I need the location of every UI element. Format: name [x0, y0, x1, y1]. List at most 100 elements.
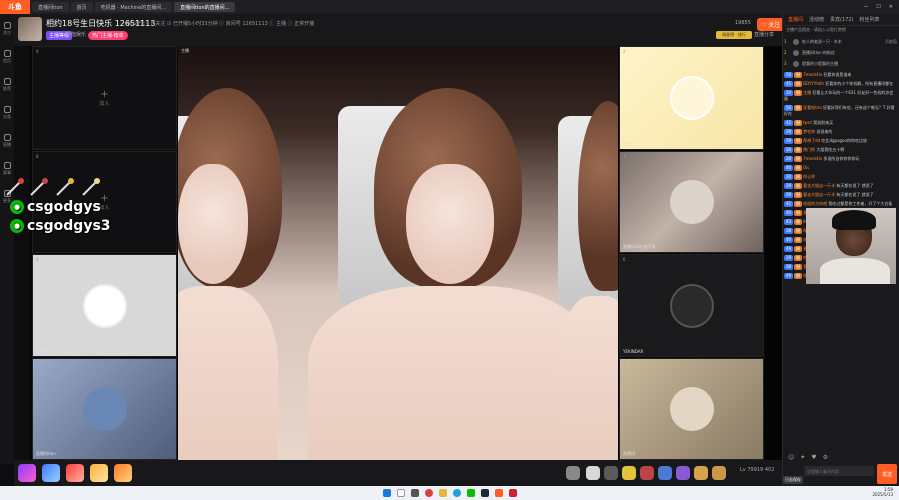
username[interactable]: DDYYYhhh [803, 81, 824, 86]
gift-g-icon[interactable] [676, 466, 690, 480]
guest-avatar [82, 283, 127, 328]
chat-tools: ☺ ✦ ♥ ⚙ [788, 454, 828, 461]
wand-icon [82, 178, 100, 196]
nav-live[interactable]: 直播 [3, 134, 11, 148]
log-save-button[interactable]: 日志保存 [783, 476, 803, 484]
hot-tag[interactable]: 热门主播·榜单 [88, 31, 128, 40]
search-icon[interactable] [396, 489, 405, 497]
grid-cell-9[interactable]: 9 + 加入 [32, 46, 177, 150]
level-badge: 34 [784, 147, 794, 153]
emoji-icon[interactable]: ☺ [788, 454, 794, 461]
wand-icon [6, 178, 24, 196]
category-tag[interactable]: 颜值娱乐 [66, 31, 86, 38]
username[interactable]: 热门的 [803, 147, 815, 152]
chat-input[interactable] [804, 466, 874, 476]
nav-recommend[interactable]: 推荐 [3, 78, 11, 92]
gift-f-icon[interactable] [658, 466, 672, 480]
explorer-icon[interactable] [438, 489, 447, 497]
gift-3-icon[interactable] [66, 464, 84, 482]
chat-message: 39 粉帮带了dd 吃比dgpagoo你你吃比较 [784, 138, 897, 144]
rank-badge[interactable]: 周星榜 · 排行 [716, 31, 752, 39]
fans-icon[interactable]: ♥ [811, 454, 816, 461]
browser-tab-0[interactable]: 直播间tion [32, 2, 69, 12]
steam-icon[interactable] [480, 489, 489, 497]
nav-home[interactable]: 首页 [3, 50, 11, 64]
douyu-logo[interactable]: 斗鱼 [0, 0, 30, 14]
gift-icon[interactable]: ✦ [800, 454, 805, 461]
taskview-icon[interactable] [410, 489, 419, 497]
rank-item[interactable]: 2 直播间tion·的粉丝 [784, 47, 897, 58]
nav-follow[interactable]: 关注 [3, 22, 11, 36]
edge-icon[interactable] [452, 489, 461, 497]
gift-d-icon[interactable] [622, 466, 636, 480]
level-badge: 56 [784, 72, 794, 78]
maximize-button[interactable]: ☐ [876, 4, 880, 10]
chrome-icon[interactable] [424, 489, 433, 497]
level-badge: 49 [784, 246, 794, 252]
chat-message: 39 粉要去大饭店一斤半 有天都在说了 就说了 [784, 183, 897, 189]
grid-cell-4[interactable]: 4 直播间tion主播 [32, 254, 177, 357]
guest-avatar [669, 283, 714, 328]
gift-2-icon[interactable] [42, 464, 60, 482]
username[interactable]: tpsd [803, 120, 812, 125]
send-button[interactable]: 发送 [877, 464, 897, 484]
gift-e-icon[interactable] [640, 466, 654, 480]
username[interactable]: 7ment4ix [803, 156, 822, 161]
browser-tab-2[interactable]: 吃机器 · Machine的直播间... [94, 2, 173, 12]
follow-button[interactable]: ♡ 关注 [757, 18, 785, 31]
grid-cell-2[interactable]: 2 吃饭了 [619, 46, 764, 150]
browser-tab-3[interactable]: 直播间tion的直播间... [174, 2, 236, 12]
message-text: 有天都在说了 就说了 [836, 183, 874, 188]
close-button[interactable]: ✕ [889, 4, 893, 10]
rank-item[interactable]: 3 提督的小提督的主播 [784, 58, 897, 69]
trophy-icon [3, 162, 11, 169]
username[interactable]: 吃饭的方向吧 [803, 201, 827, 206]
browser-tab-1[interactable]: 首页 [70, 2, 93, 12]
grid-cell-6[interactable]: 6 YEKINDAR [619, 254, 764, 357]
gift-c-icon[interactable] [604, 466, 618, 480]
username[interactable]: 7ment4ix [803, 72, 822, 77]
gift-4-icon[interactable] [90, 464, 108, 482]
guest-avatar [669, 76, 714, 120]
level-badge: 39 [784, 255, 794, 261]
left-nav: 关注 首页 推荐 分类 直播 赛事 更多 [0, 14, 14, 464]
main-video[interactable]: 主播 [178, 46, 618, 460]
tab-activity[interactable]: 活动榜 [809, 16, 824, 23]
gift-5-icon[interactable] [114, 464, 132, 482]
share-button[interactable]: 直播分享 [754, 31, 774, 38]
tab-vip[interactable]: 贵宾(172) [830, 16, 853, 23]
tab-fans[interactable]: 粉丝列表 [859, 16, 879, 23]
username[interactable]: 要去大饭店一斤半 [803, 183, 835, 188]
username[interactable]: 狂看吃bro [803, 105, 822, 110]
face [406, 164, 494, 284]
gift-1-icon[interactable] [18, 464, 36, 482]
gift-a-icon[interactable] [566, 466, 580, 480]
douyu-icon[interactable] [494, 489, 503, 497]
grid-cell-5[interactable]: 5 直播间tion [32, 358, 177, 460]
level-badge: 43 [784, 219, 794, 225]
username[interactable]: 要去大饭店一斤半 [803, 192, 835, 197]
rank-item[interactable]: 1 吃人的老虎一只 · 木木 贡献值 [784, 36, 897, 47]
windows-icon[interactable] [382, 489, 391, 497]
app-icon[interactable] [508, 489, 517, 497]
streamer-avatar[interactable] [18, 17, 42, 41]
minimize-button[interactable]: — [863, 4, 868, 10]
gift-i-icon[interactable] [712, 466, 726, 480]
join-button[interactable]: + 加入 [99, 89, 109, 107]
grid-cell-7[interactable]: 7 直播间 [619, 358, 764, 460]
settings-icon[interactable]: ⚙ [823, 454, 828, 461]
avatar [793, 60, 799, 67]
username[interactable]: Oic [803, 165, 809, 170]
username[interactable]: 帮带了dd [803, 138, 820, 143]
nav-events[interactable]: 赛事 [3, 162, 11, 176]
wechat-icon[interactable] [466, 489, 475, 497]
username[interactable]: 主播 [803, 90, 811, 95]
star-icon [3, 78, 11, 85]
username[interactable]: 你让你 [803, 174, 815, 179]
gift-b-icon[interactable] [586, 466, 600, 480]
grid-cell-3[interactable]: 3 直播间tion·吃气氛 [619, 151, 764, 253]
username[interactable]: 梦在你 [803, 129, 815, 134]
nav-category[interactable]: 分类 [3, 106, 11, 120]
gift-h-icon[interactable] [694, 466, 708, 480]
tab-chat[interactable]: 直播间 [788, 16, 803, 23]
